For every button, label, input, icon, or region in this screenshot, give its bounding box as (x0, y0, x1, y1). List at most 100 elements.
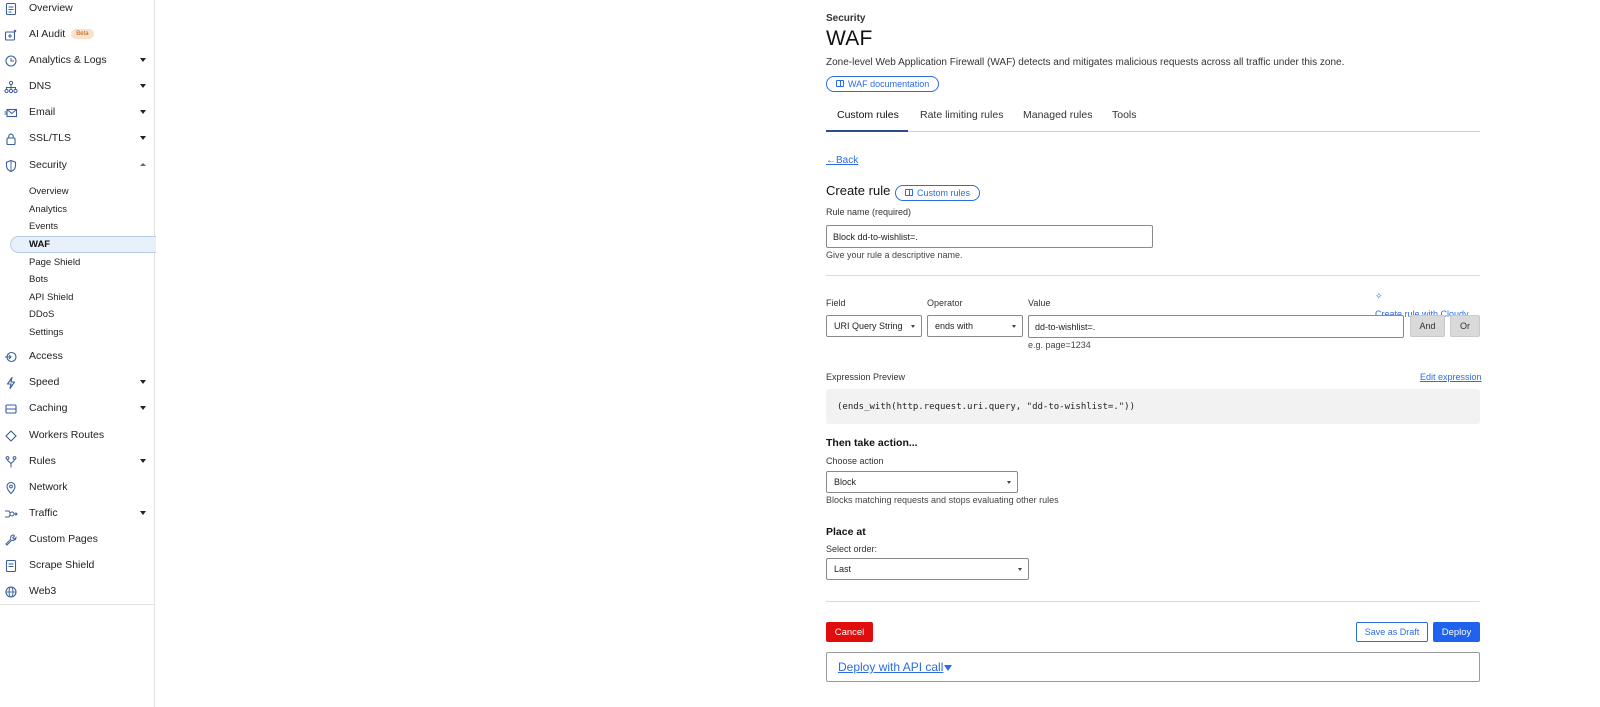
sidebar-sub-overview[interactable]: Overview (29, 186, 69, 197)
create-rule-heading: Create rule (826, 183, 891, 198)
chevron-up-icon (140, 163, 146, 166)
shield-icon (5, 159, 17, 173)
sidebar-item-label: Custom Pages (29, 533, 98, 545)
value-input[interactable]: dd-to-wishlist=. (1028, 315, 1404, 338)
chevron-down-icon (140, 459, 146, 463)
sidebar-item-label: Caching (29, 402, 68, 414)
chevron-down-icon (140, 84, 146, 88)
arrow-left-icon: ← (826, 155, 836, 166)
sidebar-item-network[interactable]: Network (0, 477, 155, 499)
sidebar-item-label: Rules (29, 455, 56, 467)
book-icon (905, 189, 913, 196)
sidebar-item-analytics-logs[interactable]: Analytics & Logs (0, 50, 155, 72)
traffic-icon (5, 510, 18, 518)
cancel-button[interactable]: Cancel (826, 622, 873, 642)
dropdown-caret-icon (1007, 481, 1011, 484)
sidebar-sub-bots[interactable]: Bots (29, 274, 48, 285)
tab-tools[interactable]: Tools (1112, 109, 1137, 121)
chevron-down-icon (140, 58, 146, 62)
action-select[interactable]: Block (826, 471, 1018, 493)
ai-audit-icon (4, 29, 17, 41)
sidebar-item-workers-routes[interactable]: Workers Routes (0, 425, 155, 447)
sidebar-item-traffic[interactable]: Traffic (0, 503, 155, 525)
sidebar-item-email[interactable]: Email (0, 102, 155, 124)
operator-select[interactable]: ends with (927, 315, 1023, 337)
rule-name-label: Rule name (required) (826, 207, 912, 217)
sidebar-item-label: Speed (29, 376, 60, 388)
sidebar-sub-analytics[interactable]: Analytics (29, 204, 67, 215)
divider (826, 601, 1480, 602)
choose-action-label: Choose action (826, 456, 884, 466)
waf-documentation-link[interactable]: WAF documentation (826, 75, 940, 92)
deploy-button[interactable]: Deploy (1433, 622, 1480, 642)
sidebar-item-overview[interactable]: Overview (0, 0, 155, 20)
sidebar-item-dns[interactable]: DNS (0, 76, 155, 98)
wrench-icon (5, 534, 17, 546)
sidebar-sub-waf[interactable]: WAF (29, 239, 50, 250)
sidebar-divider (0, 604, 155, 605)
chevron-down-icon (140, 380, 146, 384)
access-icon (5, 351, 17, 363)
sidebar-sub-ddos[interactable]: DDoS (29, 309, 54, 320)
lock-icon (6, 133, 16, 146)
expression-preview: (ends_with(http.request.uri.query, "dd-t… (826, 389, 1480, 424)
dropdown-caret-icon (1018, 568, 1022, 571)
active-tab-indicator (826, 130, 908, 132)
divider (826, 275, 1480, 276)
tab-managed-rules[interactable]: Managed rules (1023, 109, 1092, 121)
custom-rules-doc-link[interactable]: Custom rules (895, 184, 981, 201)
sidebar-item-label: Access (29, 350, 63, 362)
sidebar-item-ai-audit[interactable]: AI Audit Beta (0, 24, 155, 46)
tab-rate-limiting-rules[interactable]: Rate limiting rules (920, 109, 1003, 121)
tab-bar: Custom rules Rate limiting rules Managed… (826, 105, 1480, 132)
sidebar-item-label: Analytics & Logs (29, 54, 107, 66)
sidebar-item-label: Traffic (29, 507, 58, 519)
or-button[interactable]: Or (1450, 315, 1480, 337)
document-icon (5, 2, 17, 16)
sidebar: Overview AI Audit Beta Analytics & Logs D… (0, 0, 156, 707)
expression-preview-label: Expression Preview (826, 372, 906, 382)
sidebar-item-access[interactable]: Access (0, 346, 155, 368)
field-select[interactable]: URI Query String (826, 315, 922, 337)
rule-name-help: Give your rule a descriptive name. (826, 250, 963, 260)
order-select[interactable]: Last (826, 558, 1029, 580)
sidebar-item-rules[interactable]: Rules (0, 451, 155, 473)
deploy-with-api-call-toggle[interactable]: Deploy with API call (838, 660, 953, 674)
sidebar-item-label: Email (29, 106, 56, 118)
and-button[interactable]: And (1410, 315, 1445, 337)
sidebar-item-label: Network (29, 481, 68, 493)
value-label: Value (1028, 298, 1051, 308)
location-pin-icon (6, 481, 16, 495)
sidebar-item-label: Workers Routes (29, 429, 105, 441)
sidebar-item-speed[interactable]: Speed (0, 372, 155, 394)
sidebar-item-scrape-shield[interactable]: Scrape Shield (0, 555, 155, 577)
sidebar-item-label: DNS (29, 80, 52, 92)
sidebar-item-custom-pages[interactable]: Custom Pages (0, 529, 155, 551)
rule-name-input[interactable]: Block dd-to-wishlist=. (826, 225, 1153, 248)
sidebar-sub-events[interactable]: Events (29, 221, 58, 232)
operator-label: Operator (927, 298, 963, 308)
sidebar-sub-api-shield[interactable]: API Shield (29, 292, 73, 303)
select-order-label: Select order: (826, 544, 878, 554)
chevron-down-icon (140, 110, 146, 114)
save-as-draft-button[interactable]: Save as Draft (1356, 622, 1428, 642)
sidebar-sub-page-shield[interactable]: Page Shield (29, 257, 80, 268)
sidebar-item-label: AI Audit (29, 28, 66, 40)
chevron-down-icon (140, 136, 146, 140)
edit-expression-link[interactable]: Edit expression (1420, 372, 1482, 382)
page-description: Zone-level Web Application Firewall (WAF… (826, 57, 1345, 68)
sidebar-item-caching[interactable]: Caching (0, 398, 155, 420)
sidebar-item-web3[interactable]: Web3 (0, 581, 155, 603)
value-help: e.g. page=1234 (1028, 340, 1091, 350)
field-label: Field (826, 298, 846, 308)
workers-icon (5, 430, 17, 442)
sidebar-item-security[interactable]: Security (0, 155, 155, 177)
back-link[interactable]: ←Back (826, 155, 858, 166)
sidebar-item-ssl-tls[interactable]: SSL/TLS (0, 128, 155, 150)
dropdown-caret-icon (1012, 325, 1016, 328)
tab-custom-rules[interactable]: Custom rules (837, 109, 899, 121)
sidebar-sub-settings[interactable]: Settings (29, 327, 63, 338)
chevron-down-icon (140, 511, 146, 515)
lightning-icon (6, 376, 16, 390)
breadcrumb: Security (826, 13, 866, 24)
